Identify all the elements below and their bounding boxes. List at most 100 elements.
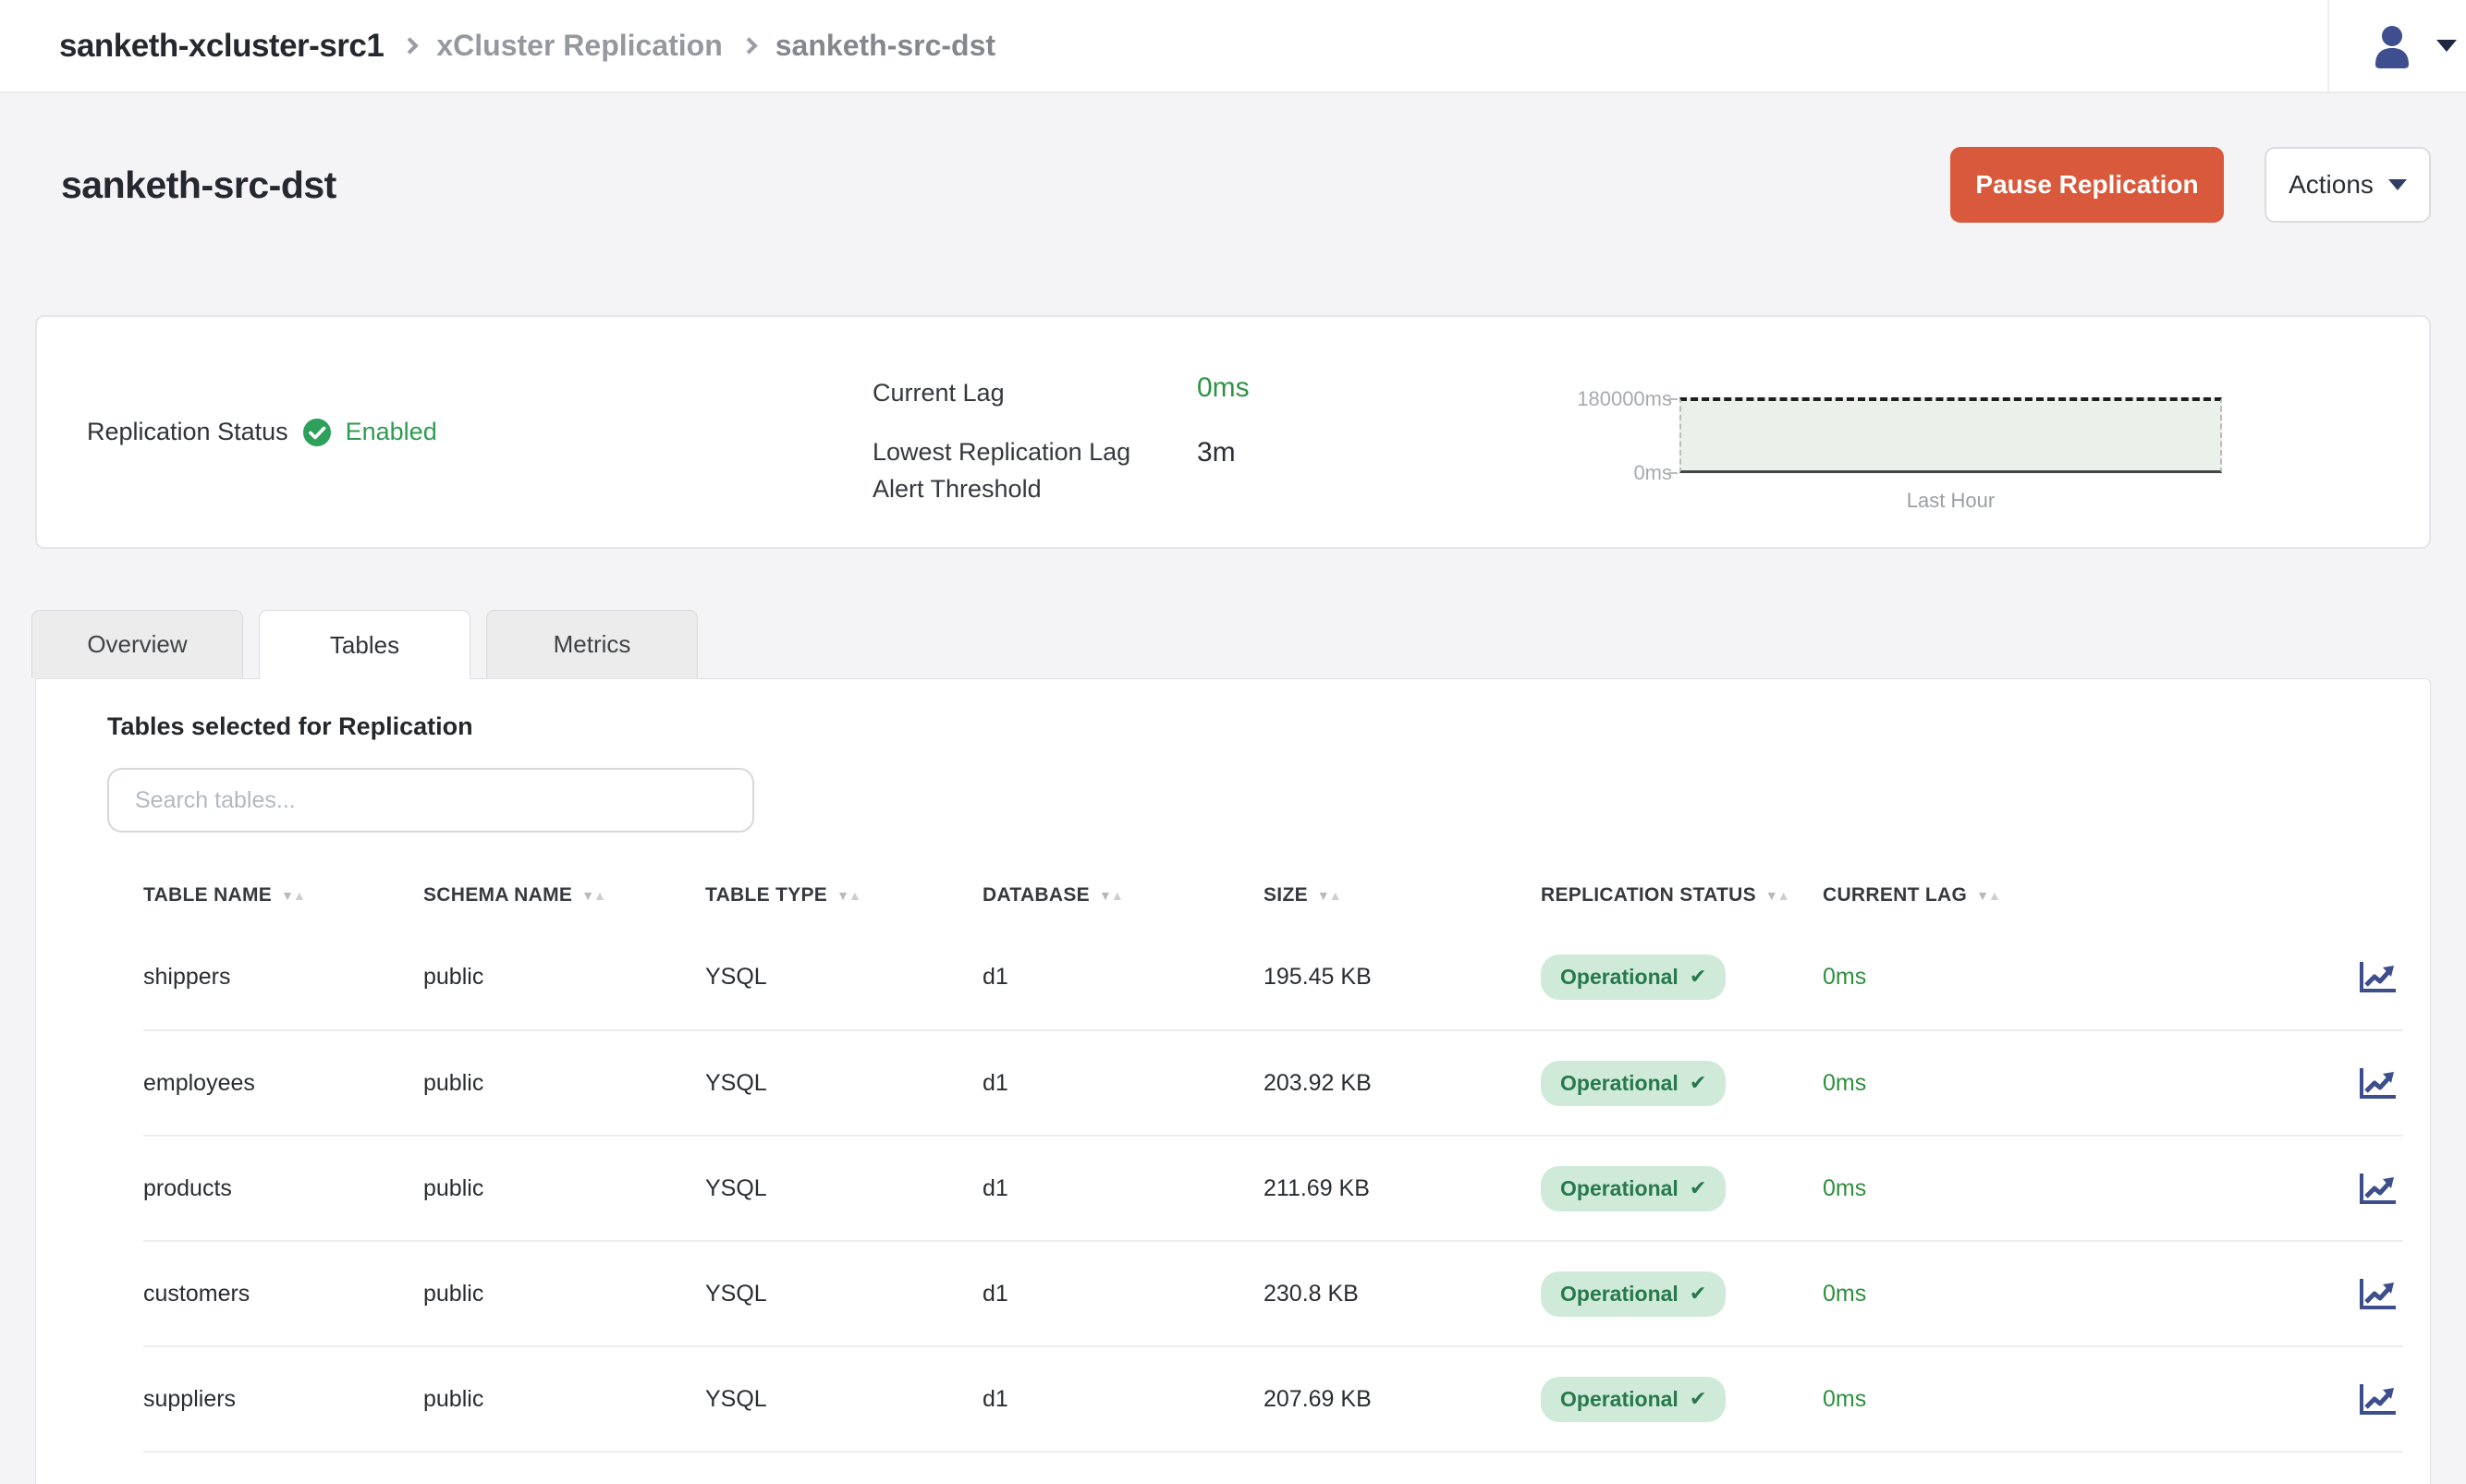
cell-size: 195.45 KB (1264, 964, 1541, 991)
lag-chart-threshold-band (1679, 397, 2222, 473)
cell-table-name: shippers (143, 964, 423, 991)
sort-icons[interactable]: ▼▲ (836, 888, 861, 903)
y-axis-tick-mark (1668, 398, 1678, 400)
y-axis-tick-mark (1668, 472, 1678, 474)
view-lag-chart-icon[interactable] (2359, 960, 2398, 993)
replication-status-label: Replication Status (87, 418, 288, 446)
tab-overview[interactable]: Overview (31, 610, 243, 678)
sort-icons[interactable]: ▼▲ (1765, 888, 1789, 903)
chevron-right-icon (402, 37, 419, 54)
column-header-label: CURRENT LAG (1823, 884, 1967, 906)
column-header-database[interactable]: DATABASE ▼▲ (983, 884, 1264, 906)
table-row: employees public YSQL d1 203.92 KB Opera… (143, 1029, 2403, 1135)
view-lag-chart-icon[interactable] (2359, 1066, 2398, 1100)
view-lag-chart-icon[interactable] (2359, 1382, 2398, 1416)
lag-alert-threshold-line2: Alert Threshold (873, 475, 1042, 503)
column-header-label: REPLICATION STATUS (1541, 884, 1756, 906)
column-header-size[interactable]: SIZE ▼▲ (1264, 884, 1541, 906)
cell-table-type: YSQL (705, 1070, 983, 1097)
cell-database: d1 (983, 1386, 1264, 1413)
cell-size: 203.92 KB (1264, 1070, 1541, 1097)
cell-table-name: customers (143, 1281, 423, 1308)
tab-tables[interactable]: Tables (259, 610, 470, 679)
breadcrumb-current-config: sanketh-src-dst (775, 29, 995, 63)
actions-dropdown-button[interactable]: Actions (2265, 147, 2431, 223)
cell-current-lag: 0ms (1823, 1175, 2329, 1202)
cell-current-lag: 0ms (1823, 1281, 2329, 1308)
check-icon: ✔ (1690, 965, 1706, 989)
column-header-schema-name[interactable]: SCHEMA NAME ▼▲ (423, 884, 705, 906)
breadcrumb-xcluster-replication[interactable]: xCluster Replication (436, 29, 722, 63)
caret-down-icon (2436, 40, 2457, 52)
view-lag-chart-icon[interactable] (2359, 1277, 2398, 1310)
search-tables-input[interactable] (107, 768, 754, 833)
cell-current-lag: 0ms (1823, 1070, 2329, 1097)
lag-alert-threshold-value: 3m (1197, 437, 1236, 468)
column-header-label: SCHEMA NAME (423, 884, 572, 906)
topbar-divider (2327, 0, 2329, 91)
user-menu-button[interactable] (2368, 22, 2466, 70)
view-lag-chart-icon[interactable] (2359, 1172, 2398, 1205)
cell-size: 211.69 KB (1264, 1175, 1541, 1202)
table-header-row: TABLE NAME ▼▲ SCHEMA NAME ▼▲ TABLE TYPE … (143, 867, 2403, 924)
sort-icons[interactable]: ▼▲ (1976, 888, 2000, 903)
column-header-label: DATABASE (983, 884, 1090, 906)
chevron-right-icon (740, 37, 757, 54)
column-header-label: TABLE NAME (143, 884, 272, 906)
cell-current-lag: 0ms (1823, 1386, 2329, 1413)
replication-tables-table: TABLE NAME ▼▲ SCHEMA NAME ▼▲ TABLE TYPE … (143, 867, 2403, 1453)
sort-icons[interactable]: ▼▲ (581, 888, 605, 903)
check-icon: ✔ (1690, 1071, 1706, 1095)
tables-panel: Tables selected for Replication TABLE NA… (35, 678, 2431, 1484)
column-header-current-lag[interactable]: CURRENT LAG ▼▲ (1823, 884, 2329, 906)
check-circle-icon (302, 418, 332, 447)
actions-button-label: Actions (2289, 170, 2374, 200)
lag-mini-chart: 180000ms 0ms Last Hour (1642, 317, 2252, 547)
y-axis-max-tick: 180000ms (1561, 387, 1672, 411)
cell-database: d1 (983, 1070, 1264, 1097)
status-badge-label: Operational (1560, 1176, 1679, 1201)
lag-alert-threshold-line1: Lowest Replication Lag (873, 438, 1130, 466)
table-row: shippers public YSQL d1 195.45 KB Operat… (143, 924, 2403, 1029)
breadcrumb-universe[interactable]: sanketh-xcluster-src1 (59, 28, 384, 65)
cell-table-type: YSQL (705, 964, 983, 991)
sort-icons[interactable]: ▼▲ (1099, 888, 1123, 903)
cell-database: d1 (983, 1175, 1264, 1202)
table-row: customers public YSQL d1 230.8 KB Operat… (143, 1240, 2403, 1345)
cell-schema-name: public (423, 1386, 705, 1413)
caret-down-icon (2388, 179, 2407, 190)
column-header-replication-status[interactable]: REPLICATION STATUS ▼▲ (1541, 884, 1823, 906)
cell-table-type: YSQL (705, 1281, 983, 1308)
cell-schema-name: public (423, 964, 705, 991)
status-badge: Operational✔ (1541, 1271, 1726, 1317)
cell-database: d1 (983, 964, 1264, 991)
x-axis-label: Last Hour (1679, 489, 2222, 513)
status-badge: Operational ✔ (1541, 1377, 1726, 1422)
table-row: products public YSQL d1 211.69 KB Operat… (143, 1135, 2403, 1240)
y-axis-min-tick: 0ms (1561, 461, 1672, 485)
table-bottom-divider (143, 1451, 2403, 1453)
tab-metrics[interactable]: Metrics (486, 610, 698, 678)
cell-table-name: suppliers (143, 1386, 423, 1413)
column-header-label: TABLE TYPE (705, 884, 827, 906)
user-icon (2368, 22, 2416, 70)
sort-icons[interactable]: ▼▲ (281, 888, 305, 903)
status-badge: Operational✔ (1541, 955, 1726, 1000)
pause-replication-button[interactable]: Pause Replication (1950, 147, 2224, 223)
column-header-label: SIZE (1264, 884, 1308, 906)
top-bar: sanketh-xcluster-src1 xCluster Replicati… (0, 0, 2466, 93)
column-header-table-name[interactable]: TABLE NAME ▼▲ (143, 884, 423, 906)
replication-status-value: Enabled (346, 418, 437, 446)
status-badge: Operational ✔ (1541, 1166, 1726, 1211)
check-icon: ✔ (1690, 1176, 1706, 1200)
sort-icons[interactable]: ▼▲ (1317, 888, 1341, 903)
check-icon: ✔ (1690, 1387, 1706, 1411)
column-header-table-type[interactable]: TABLE TYPE ▼▲ (705, 884, 983, 906)
cell-current-lag: 0ms (1823, 964, 2329, 991)
page-title: sanketh-src-dst (61, 164, 336, 207)
cell-size: 230.8 KB (1264, 1281, 1541, 1308)
status-badge: Operational✔ (1541, 1061, 1726, 1106)
status-badge-label: Operational (1560, 1387, 1679, 1412)
status-badge-label: Operational (1560, 1282, 1679, 1307)
tab-bar: Overview Tables Metrics (31, 610, 2466, 678)
